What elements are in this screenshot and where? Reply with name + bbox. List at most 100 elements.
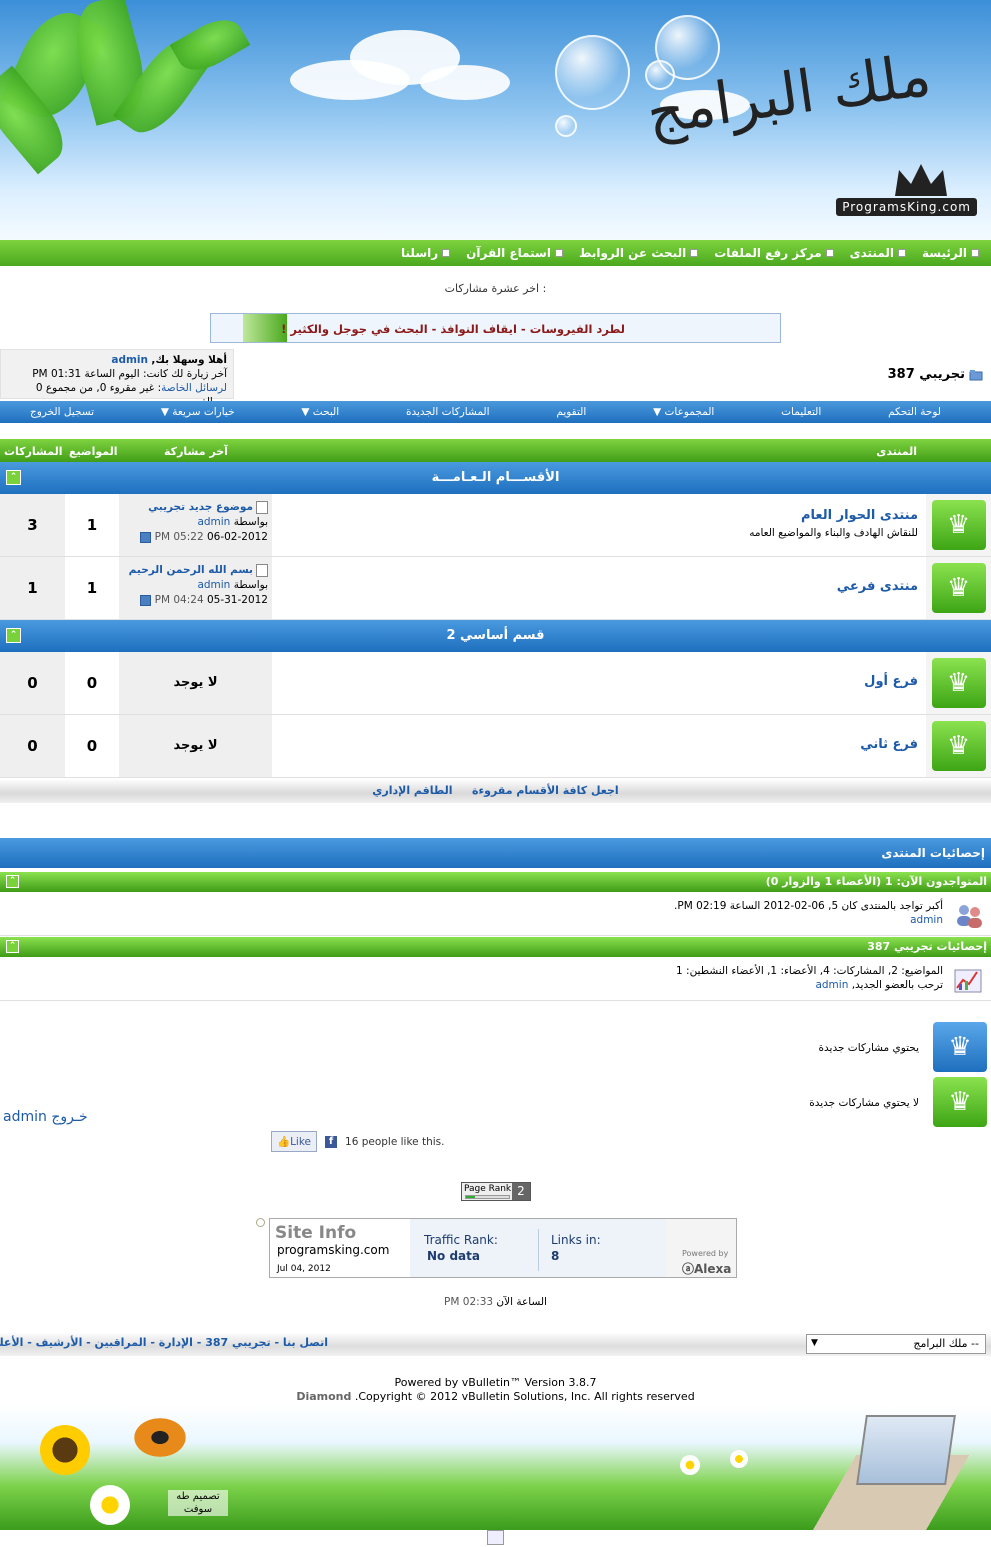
by-label: بواسطة [233,516,268,528]
nav-upload-center[interactable]: مركز رفع الملفات [714,246,834,260]
collapse-icon[interactable]: ⌃ [6,470,21,485]
facebook-icon: f [325,1135,338,1148]
forum-title-link[interactable]: منتدى الحوار العام [278,508,918,523]
forum-threads-count: 0 [65,652,119,714]
ad-banner[interactable]: لطرد الفيروسات - ايقاف النوافذ - البحث ف… [210,313,781,343]
forum-stats-title: إحصائيات تجريبي 387 [867,940,987,953]
nav-link-search[interactable]: البحث عن الروابط [579,246,699,260]
alexa-widget[interactable]: Site Info programsking.com Jul 04, 2012 … [269,1218,737,1278]
bottom-links[interactable]: اتصل بنا - تجريبي 387 - الإدارة - المراق… [0,1336,328,1349]
forum-title-link[interactable]: فرع أول [278,674,918,689]
bottom-logo-icon [487,1530,504,1545]
alexa-powered-by: Powered by [682,1249,729,1258]
nav-user-cp[interactable]: لوحة التحكم [888,406,941,418]
forum-stats-line: المواضيع: 2, المشاركات: 4, الأعضاء: 1, ا… [676,965,943,977]
last-post-cell: موضوع جديد تجريبي بواسطة admin 06-02-201… [119,494,272,556]
pagerank-value: 2 [512,1183,530,1200]
facebook-like-button[interactable]: 👍Like [271,1131,318,1152]
top-nav: الرئيسة المنتدى مركز رفع الملفات البحث ع… [0,240,991,266]
logout-link[interactable]: admin خـروج [3,1109,88,1125]
sunflower-icon [40,1425,90,1475]
time-value: 02:33 PM [444,1296,494,1308]
forum-posts-count: 0 [0,652,65,714]
mark-all-read-link[interactable]: اجعل كافة الأقسام مقروءة [472,784,619,797]
nav-bullet-icon [554,249,563,257]
powered-line1: Powered by vBulletin™ Version 3.8.7 [394,1376,597,1389]
nav-groups[interactable]: المجموعات ▼ [653,406,714,418]
forum-title-link[interactable]: منتدى فرعي [278,579,918,594]
nav-bullet-icon [898,249,907,257]
last-post-title[interactable]: بسم الله الرحمن الرحيم [129,564,253,576]
new-posts-crown-icon: ♛ [933,1022,987,1072]
nav-new-posts[interactable]: المشاركات الجديدة [406,406,490,418]
nav-quick-links[interactable]: خيارات سريعة ▼ [161,406,235,418]
nav-contact[interactable]: راسلنا [401,246,451,260]
nav-home[interactable]: الرئيسة [922,246,979,260]
last-post-none: لا يوجد [119,715,272,777]
last-post-user[interactable]: admin [197,579,230,591]
staff-link[interactable]: الطاقم الإداري [372,784,452,797]
welcome-greeting: أهلا وسهلا بك, [151,354,227,366]
chevron-down-icon: ▼ [301,406,310,418]
forum-row: 0 0 لا يوجد فرع أول ♛ [0,652,991,715]
style-chooser-select[interactable]: -- ملك البرامج ▼ [806,1334,986,1354]
stats-header: إحصائيات المنتدى [0,838,991,868]
welcome-box: أهلا وسهلا بك, admin آخر زيارة لك كانت: … [0,349,234,408]
alexa-marker-icon [256,1218,265,1227]
forum-threads-count: 1 [65,557,119,619]
alexa-site-info: Site Info [275,1223,357,1243]
nav-forum[interactable]: المنتدى [850,246,907,260]
online-users-title: المتواجدون الآن: 1 (الأعضاء 1 والزوار 0) [765,875,987,888]
last-post-time: 05:22 PM [154,531,204,543]
last-post-user[interactable]: admin [197,516,230,528]
alexa-traffic-value: No data [427,1249,480,1263]
forum-posts-count: 3 [0,494,65,556]
forum-posts-count: 0 [0,715,65,777]
forum-row: 0 0 لا يوجد فرع ثاني ♛ [0,715,991,778]
forum-status-crown-icon: ♛ [931,500,986,550]
alexa-links-label: Links in: [551,1233,601,1247]
nav-search[interactable]: البحث ▼ [301,406,339,418]
private-messages-link[interactable]: لرسائل الخاصة [161,382,227,394]
forum-stats-bar[interactable]: ⌃ إحصائيات تجريبي 387 [0,937,991,957]
category-title[interactable]: قسم أساسي 2 [446,628,544,643]
collapse-icon[interactable]: ⌃ [6,628,21,643]
style-name: Diamond [296,1390,352,1403]
online-user-link[interactable]: admin [910,914,943,926]
category-header[interactable]: ⌃ قسم أساسي 2 [0,620,991,652]
ad-banner-text[interactable]: لطرد الفيروسات - ايقاف النوافذ - البحث ف… [281,322,625,336]
category-header[interactable]: ⌃ الأقســـام الـعـامـــة [0,462,991,494]
nav-faq[interactable]: التعليمات [781,406,821,418]
forum-table-header: المنتدى آخر مشاركة المواضيع المشاركات [0,439,991,463]
forum-status-crown-icon: ♛ [931,721,986,771]
nav-bullet-icon [971,249,979,257]
last-post-title[interactable]: موضوع جديد تجريبي [148,501,253,513]
alexa-domain: programsking.com [277,1243,390,1257]
pagerank-badge[interactable]: Page Rank 2 [461,1182,531,1201]
forum-footer-links: اجعل كافة الأقسام مقروءة الطاقم الإداري [0,779,991,803]
nav-quran[interactable]: استماع القرآن [466,246,563,260]
collapse-icon[interactable]: ⌃ [6,940,19,953]
nav-calendar[interactable]: التقويم [556,406,586,418]
forum-breadcrumb[interactable]: تجريبي 387 [888,367,983,382]
go-to-post-icon[interactable] [140,531,152,543]
nav-logout[interactable]: تسجيل الخروج [30,406,94,418]
logo-url: ProgramsKing.com [836,198,977,216]
online-users-bar[interactable]: ⌃ المتواجدون الآن: 1 (الأعضاء 1 والزوار … [0,872,991,892]
category-title[interactable]: الأقســـام الـعـامـــة [432,470,560,485]
users-icon [957,905,982,928]
nav-bullet-icon [825,249,834,257]
welcome-user-link[interactable]: admin [111,354,148,366]
copyright: .Copyright © 2012 vBulletin Solutions, I… [354,1390,695,1403]
folder-icon [969,369,983,380]
daisy-icon [730,1450,748,1468]
forum-posts-count: 1 [0,557,65,619]
dropdown-arrow-icon: ▼ [811,1338,818,1348]
collapse-icon[interactable]: ⌃ [6,875,19,888]
post-icon [256,563,268,577]
powered-by: Powered by vBulletin™ Version 3.8.7 Diam… [0,1376,991,1404]
go-to-post-icon[interactable] [140,594,152,606]
forum-title-link[interactable]: فرع ثاني [278,737,918,752]
pagerank-bar-fill [466,1196,475,1198]
new-member-link[interactable]: admin [815,979,848,991]
